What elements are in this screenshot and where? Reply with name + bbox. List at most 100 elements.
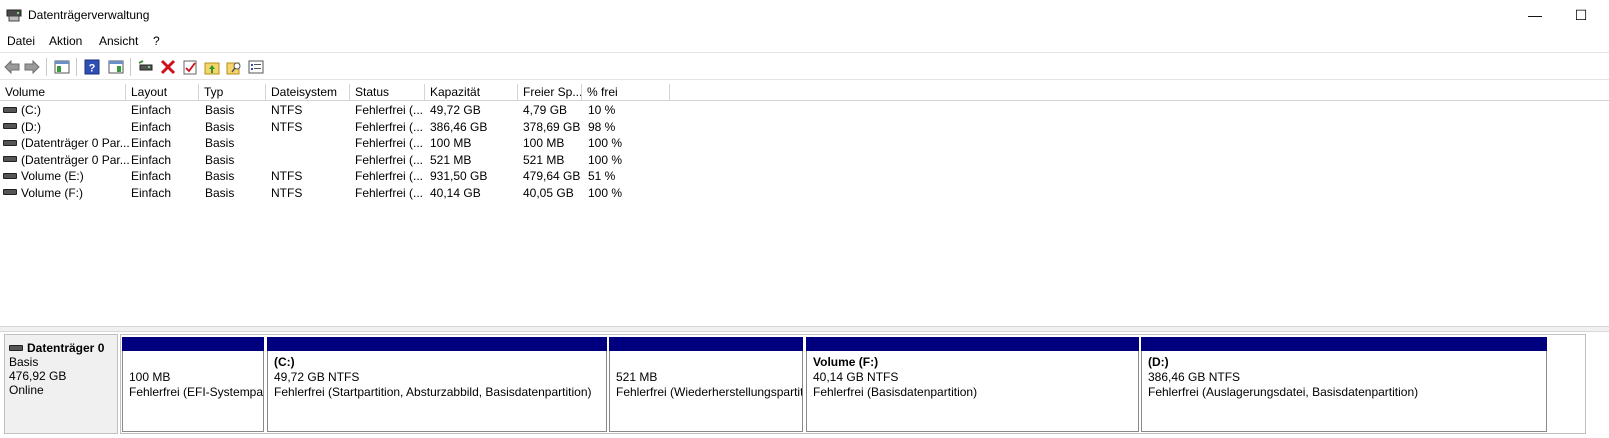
- volume-name: (Datenträger 0 Par...: [21, 136, 130, 150]
- table-header: Volume Layout Typ Dateisystem Status Kap…: [0, 84, 1609, 101]
- table-cell: Basis: [205, 152, 235, 167]
- menu-aktion[interactable]: Aktion: [49, 34, 82, 48]
- table-cell: NTFS: [271, 103, 303, 117]
- disk-graphical-view: Datenträger 0 Basis 476,92 GB Online 100…: [0, 332, 1609, 438]
- hard-drive-icon: [9, 344, 23, 351]
- help-button[interactable]: ?: [82, 57, 102, 77]
- partition-efi[interactable]: 100 MB Fehlerfrei (EFI-Systempart: [122, 337, 264, 432]
- back-button[interactable]: [2, 57, 22, 77]
- volume-drive-icon: [3, 106, 17, 113]
- partition-details: 521 MB Fehlerfrei (Wiederherstellungspar…: [609, 351, 803, 432]
- partition-status: Fehlerfrei (Wiederherstellungspartit: [616, 385, 803, 399]
- table-cell: Fehlerfrei (...: [355, 185, 424, 200]
- partition-status: Fehlerfrei (Auslagerungsdatei, Basisdate…: [1148, 385, 1419, 399]
- minimize-button[interactable]: —: [1512, 0, 1558, 30]
- partition-name: [129, 355, 263, 370]
- disk-0-label[interactable]: Datenträger 0 Basis 476,92 GB Online: [4, 334, 118, 434]
- show-hide-action-pane-icon: [108, 60, 124, 74]
- partition-size: 386,46 GB NTFS: [1148, 370, 1241, 384]
- table-cell: 521 MB: [523, 152, 565, 167]
- volume-drive-icon: [3, 156, 17, 163]
- folder-up-icon: [204, 62, 220, 75]
- volume-name: (D:): [21, 119, 41, 134]
- table-cell: Basis: [205, 103, 235, 117]
- connect-disk-button[interactable]: [136, 57, 156, 77]
- partition-c[interactable]: (C:) 49,72 GB NTFS Fehlerfrei (Startpart…: [267, 337, 607, 432]
- window-title: Datenträgerverwaltung: [28, 8, 150, 22]
- disk-size: 476,92 GB: [9, 369, 67, 383]
- menu-datei[interactable]: Datei: [7, 34, 35, 48]
- column-header-prozent-frei[interactable]: % frei: [582, 84, 670, 101]
- partition-status: Fehlerfrei (Basisdatenpartition): [813, 385, 978, 399]
- table-cell: 931,50 GB: [430, 169, 488, 183]
- column-header-dateisystem[interactable]: Dateisystem: [266, 84, 350, 101]
- table-cell: (Datenträger 0 Par...: [3, 152, 130, 169]
- column-header-freier-speicher[interactable]: Freier Sp...: [518, 84, 582, 101]
- table-cell: Fehlerfrei (...: [355, 136, 424, 150]
- volume-drive-icon: [3, 123, 17, 130]
- table-row[interactable]: (Datenträger 0 Par... Einfach Basis Fehlerf…: [0, 152, 1609, 169]
- table-row[interactable]: Volume (E:) Einfach Basis NTFS Fehlerfrei (.…: [0, 168, 1609, 185]
- delete-button[interactable]: [158, 57, 178, 77]
- forward-arrow-icon: [24, 60, 40, 74]
- partition-details: 100 MB Fehlerfrei (EFI-Systempart: [122, 351, 264, 432]
- toolbar-separator: [76, 58, 77, 76]
- properties-button[interactable]: [180, 57, 200, 77]
- table-cell: 521 MB: [430, 152, 472, 167]
- table-cell: 98 %: [588, 119, 616, 134]
- partition-status: Fehlerfrei (Startpartition, Absturzabbil…: [274, 385, 592, 399]
- table-cell: 100 %: [588, 136, 623, 150]
- console-tree-icon: [54, 60, 70, 74]
- partition-size: 40,14 GB NTFS: [813, 370, 899, 384]
- delete-icon: [160, 59, 176, 75]
- partition-header-bar: [122, 337, 264, 351]
- search-folder-button[interactable]: [224, 57, 244, 77]
- column-header-layout[interactable]: Layout: [126, 84, 199, 101]
- toolbar-separator: [130, 58, 131, 76]
- column-header-typ[interactable]: Typ: [199, 84, 266, 101]
- menu-help[interactable]: ?: [153, 34, 160, 48]
- volume-name: Volume (F:): [21, 185, 84, 200]
- search-folder-icon: [226, 62, 241, 75]
- table-cell: 479,64 GB: [523, 169, 581, 183]
- partition-size: 100 MB: [129, 370, 171, 384]
- table-cell: Fehlerfrei (...: [355, 152, 424, 167]
- column-header-status[interactable]: Status: [350, 84, 425, 101]
- partition-header-bar: [609, 337, 803, 351]
- minimize-icon: —: [1528, 7, 1542, 23]
- list-view-button[interactable]: [246, 57, 266, 77]
- forward-button[interactable]: [22, 57, 42, 77]
- volume-drive-icon: [3, 189, 17, 196]
- table-cell: 10 %: [588, 103, 616, 117]
- table-row[interactable]: Volume (F:) Einfach Basis NTFS Fehlerfrei (.…: [0, 185, 1609, 202]
- table-cell: 100 %: [588, 152, 623, 167]
- partition-d[interactable]: (D:) 386,46 GB NTFS Fehlerfrei (Auslager…: [1141, 337, 1547, 432]
- partition-status: Fehlerfrei (EFI-Systempart: [129, 385, 264, 399]
- table-row[interactable]: (D:) Einfach Basis NTFS Fehlerfrei (... 386,4…: [0, 119, 1609, 136]
- partition-header-bar: [806, 337, 1139, 351]
- table-cell: Basis: [205, 185, 235, 200]
- partition-details: (D:) 386,46 GB NTFS Fehlerfrei (Auslager…: [1141, 351, 1547, 432]
- volume-drive-icon: [3, 172, 17, 179]
- partition-f[interactable]: Volume (F:) 40,14 GB NTFS Fehlerfrei (Ba…: [806, 337, 1139, 432]
- table-row[interactable]: (Datenträger 0 Par... Einfach Basis Fehlerf…: [0, 135, 1609, 152]
- table-cell: Einfach: [131, 152, 172, 167]
- folder-up-button[interactable]: [202, 57, 222, 77]
- toolbar-separator: [46, 58, 47, 76]
- action-pane-button[interactable]: [106, 57, 126, 77]
- menu-ansicht[interactable]: Ansicht: [99, 34, 138, 48]
- svg-text:?: ?: [89, 63, 96, 75]
- table-cell: Einfach: [131, 185, 172, 200]
- volume-list: Volume Layout Typ Dateisystem Status Kap…: [0, 84, 1609, 326]
- table-cell: 40,14 GB: [430, 185, 481, 200]
- partition-recovery[interactable]: 521 MB Fehlerfrei (Wiederherstellungspar…: [609, 337, 803, 432]
- table-cell: 40,05 GB: [523, 185, 574, 200]
- maximize-button[interactable]: ☐: [1558, 0, 1604, 30]
- table-row[interactable]: (C:) Einfach Basis NTFS Fehlerfrei (... 49,72…: [0, 102, 1609, 119]
- column-header-volume[interactable]: Volume: [0, 84, 126, 101]
- table-cell: Einfach: [131, 136, 172, 150]
- column-header-kapazitaet[interactable]: Kapazität: [425, 84, 518, 101]
- console-tree-button[interactable]: [52, 57, 72, 77]
- table-cell: Basis: [205, 169, 235, 183]
- table-cell: 100 MB: [523, 136, 565, 150]
